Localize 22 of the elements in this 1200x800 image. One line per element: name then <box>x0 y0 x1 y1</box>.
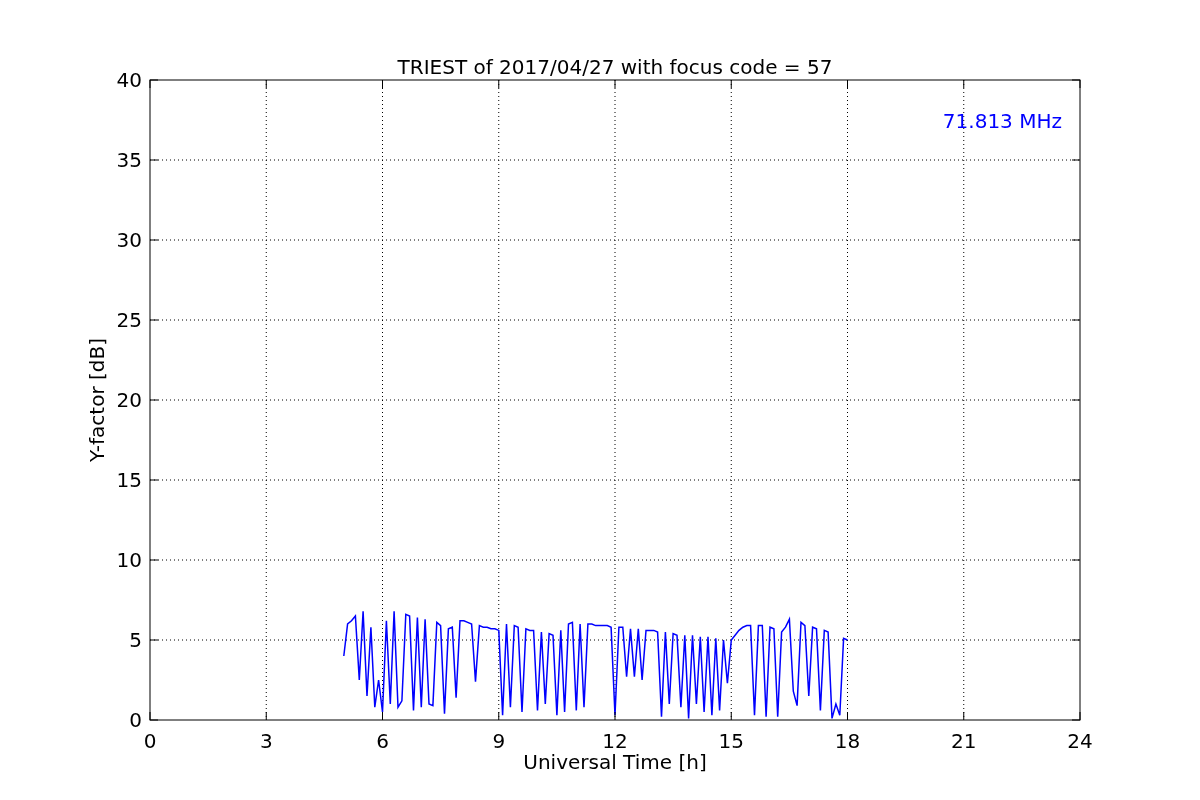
y-axis-label: Y-factor [dB] <box>85 338 109 462</box>
tick-label: 15 <box>116 468 142 492</box>
tick-label: 24 <box>1067 729 1093 753</box>
tick-label: 9 <box>492 729 506 753</box>
tick-label: 10 <box>116 548 142 572</box>
tick-label: 20 <box>116 388 142 412</box>
tick-label: 18 <box>834 729 861 753</box>
tick-label: 35 <box>116 148 142 172</box>
tick-label: 0 <box>143 729 157 753</box>
chart-title: TRIEST of 2017/04/27 with focus code = 57 <box>397 55 833 79</box>
tick-label: 15 <box>718 729 744 753</box>
tick-label: 30 <box>116 228 142 252</box>
x-axis-label: Universal Time [h] <box>523 750 707 774</box>
series-label: 71.813 MHz <box>942 109 1062 133</box>
tick-label: 12 <box>602 729 628 753</box>
tick-label: 0 <box>129 708 142 732</box>
tick-label: 40 <box>116 68 142 92</box>
tick-label: 25 <box>116 308 142 332</box>
tick-label: 6 <box>376 729 389 753</box>
tick-label: 3 <box>259 729 273 753</box>
tick-label: 5 <box>129 628 142 652</box>
tick-label: 21 <box>951 729 977 753</box>
